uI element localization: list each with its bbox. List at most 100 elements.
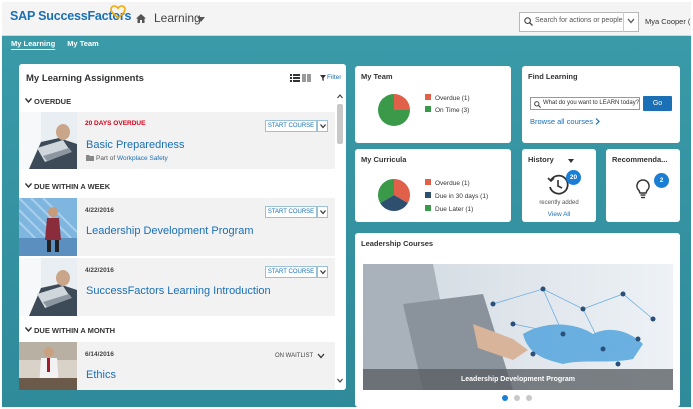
list-item[interactable]: 6/14/2016 Ethics ON WAITLIST — [19, 342, 335, 390]
history-subtitle: recently added — [539, 200, 579, 206]
start-course-button[interactable]: START COURSE — [265, 206, 317, 218]
carousel-dot-2[interactable] — [514, 395, 520, 401]
learning-search-input[interactable]: What do you want to LEARN today? — [530, 97, 640, 110]
section-label: DUE WITHIN A WEEK — [34, 182, 111, 191]
tab-my-learning[interactable]: My Learning — [11, 39, 55, 48]
global-search-input[interactable]: Search for actions or people — [519, 12, 639, 32]
lightbulb-icon — [636, 179, 650, 199]
curriculum-reference: Part of Workplace Safety — [86, 155, 168, 162]
carousel-dot-1[interactable] — [502, 395, 508, 401]
course-title-link[interactable]: Leadership Development Program — [86, 225, 254, 237]
section-header-month[interactable]: DUE WITHIN A MONTH — [25, 326, 115, 335]
chevron-down-icon — [25, 98, 32, 103]
list-view-icon[interactable] — [290, 74, 300, 82]
slide-caption: Leadership Development Program — [363, 369, 673, 390]
course-actions-dropdown[interactable] — [317, 206, 328, 218]
legend-swatch — [425, 179, 431, 185]
legend-item: Overdue (1) — [425, 179, 470, 187]
filter-button[interactable]: Filter — [327, 74, 341, 81]
section-header-overdue[interactable]: OVERDUE — [25, 97, 71, 106]
recommendations-count-badge: 2 — [654, 173, 669, 188]
waitlist-status: ON WAITLIST — [275, 353, 314, 359]
chevron-down-icon[interactable] — [197, 17, 205, 22]
course-title-link[interactable]: SuccessFactors Learning Introduction — [86, 285, 271, 297]
card-title: Leadership Courses — [361, 239, 434, 248]
filter-icon[interactable] — [320, 75, 326, 81]
carousel-slide[interactable]: Leadership Development Program — [363, 264, 673, 390]
legend-swatch — [425, 94, 431, 100]
course-actions-dropdown[interactable] — [317, 120, 328, 132]
search-placeholder: What do you want to LEARN today? — [543, 100, 640, 106]
card-title: My Team — [361, 72, 393, 81]
learning-assignments-card: My Learning Assignments Filter OVERDUE 2… — [19, 64, 346, 390]
top-bar: SAP SuccessFactors Learning Search for a… — [2, 2, 691, 36]
card-title: My Learning Assignments — [26, 73, 144, 84]
chevron-down-icon[interactable] — [317, 353, 325, 359]
module-switcher[interactable]: Learning — [154, 11, 201, 25]
list-item[interactable]: 4/22/2016 Leadership Development Program… — [19, 198, 335, 256]
course-title-link[interactable]: Ethics — [86, 369, 116, 381]
chevron-down-icon[interactable] — [627, 18, 635, 24]
part-of-label: Part of — [96, 155, 116, 162]
grid-view-icon[interactable] — [302, 74, 311, 82]
assignments-list: OVERDUE 20 DAYS OVERDUE Basic Preparedne… — [19, 92, 346, 390]
browse-all-courses-link[interactable]: Browse all courses — [530, 117, 600, 126]
course-thumbnail — [19, 198, 77, 256]
scroll-down-icon[interactable] — [337, 378, 343, 383]
start-course-button[interactable]: START COURSE — [265, 120, 317, 132]
due-date: 4/22/2016 — [85, 267, 114, 274]
history-count-badge: 20 — [566, 170, 581, 185]
go-button[interactable]: Go — [643, 96, 672, 111]
search-placeholder: Search for actions or people — [535, 17, 623, 24]
history-card[interactable]: History 20 recently added View All — [522, 149, 596, 222]
list-item[interactable]: 20 DAYS OVERDUE Basic Preparedness Part … — [19, 112, 335, 169]
legend-label: Overdue (1) — [435, 180, 470, 187]
due-date: 4/22/2016 — [85, 207, 114, 214]
search-icon — [534, 101, 541, 108]
course-thumbnail — [19, 342, 77, 390]
view-all-link[interactable]: View All — [522, 211, 596, 218]
recommendations-card[interactable]: Recommenda... 2 — [606, 149, 680, 222]
section-label: OVERDUE — [34, 97, 72, 106]
scroll-up-icon[interactable] — [337, 94, 343, 99]
curriculum-link[interactable]: Workplace Safety — [117, 155, 168, 162]
due-status: 20 DAYS OVERDUE — [85, 120, 146, 127]
course-thumbnail — [19, 258, 77, 316]
legend-item: Overdue (1) — [425, 94, 470, 102]
my-curricula-card[interactable]: My Curricula Overdue (1) Due in 30 days … — [355, 149, 511, 222]
scrollbar-thumb[interactable] — [337, 104, 343, 144]
search-icon — [524, 17, 533, 26]
assignments-scrollbar[interactable] — [336, 94, 344, 388]
card-title: Recommenda... — [612, 155, 668, 164]
pie-slice — [394, 94, 410, 110]
user-menu[interactable]: Mya Cooper ( — [645, 17, 691, 26]
chevron-down-icon — [320, 124, 326, 129]
card-title: History — [528, 155, 554, 164]
course-title-link[interactable]: Basic Preparedness — [86, 139, 184, 151]
course-thumbnail — [19, 112, 77, 169]
curricula-pie-chart — [378, 179, 410, 211]
legend-label: On Time (3) — [435, 107, 470, 114]
chevron-down-icon — [25, 327, 32, 332]
legend-swatch — [425, 205, 431, 211]
section-header-week[interactable]: DUE WITHIN A WEEK — [25, 182, 110, 191]
course-actions-dropdown[interactable] — [317, 266, 328, 278]
list-item[interactable]: 4/22/2016 SuccessFactors Learning Introd… — [19, 258, 335, 316]
legend-label: Due Later (1) — [435, 206, 474, 213]
home-icon[interactable] — [136, 14, 146, 23]
sub-navigation: My Learning My Team — [11, 39, 111, 48]
start-course-button[interactable]: START COURSE — [265, 266, 317, 278]
team-pie-chart — [378, 94, 410, 126]
legend-swatch — [425, 106, 431, 112]
tab-my-team[interactable]: My Team — [67, 39, 99, 48]
chevron-down-icon — [320, 210, 326, 215]
my-team-card[interactable]: My Team Overdue (1) On Time (3) — [355, 66, 511, 143]
due-date: 6/14/2016 — [85, 351, 114, 358]
legend-swatch — [425, 192, 431, 198]
legend-item: On Time (3) — [425, 106, 469, 114]
chevron-down-icon — [25, 183, 32, 188]
legend-label: Overdue (1) — [435, 95, 470, 102]
chevron-down-icon[interactable] — [568, 159, 574, 163]
chevron-down-icon — [320, 270, 326, 275]
carousel-dot-3[interactable] — [526, 395, 532, 401]
